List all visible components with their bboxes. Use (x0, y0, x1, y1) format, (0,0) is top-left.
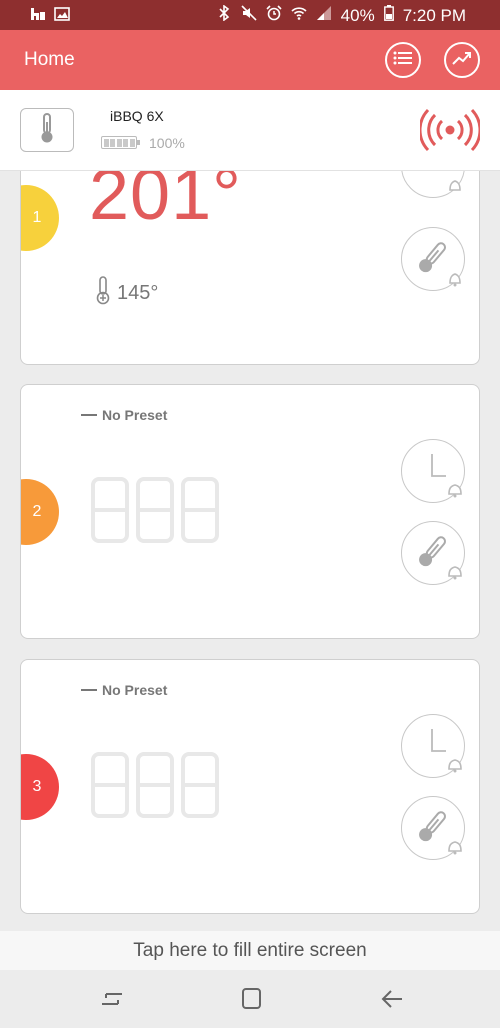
probe-target-temp: 145° (117, 281, 159, 304)
target-thermometer-icon (95, 275, 111, 311)
device-battery-icon (101, 136, 140, 149)
temp-alarm-button[interactable] (401, 521, 465, 585)
timer-icon (431, 729, 462, 773)
battery-percent: 40% (340, 5, 375, 25)
back-icon[interactable] (378, 986, 406, 1012)
home-app-icon (30, 6, 46, 27)
device-battery-percent: 100% (149, 135, 185, 151)
probe-empty-temp-display (91, 477, 221, 552)
signal-icon (316, 5, 332, 26)
bluetooth-icon (216, 5, 232, 26)
fill-screen-button[interactable]: Tap here to fill entire screen (0, 931, 500, 970)
navigation-bar (0, 970, 500, 1028)
probe-empty-temp-display (91, 752, 221, 827)
probe-card[interactable]: 1 201° 145° (20, 171, 480, 365)
device-row[interactable]: iBBQ 6X 100% (0, 90, 500, 171)
probe-card[interactable]: No Preset 2 (20, 384, 480, 639)
image-icon (54, 6, 70, 27)
temp-alarm-button[interactable] (401, 227, 465, 291)
probe-current-temp: 201° (89, 171, 242, 235)
probe-number-badge: 3 (21, 754, 59, 820)
list-icon (393, 50, 413, 71)
preset-label[interactable]: No Preset (102, 682, 167, 698)
mute-icon (241, 5, 257, 26)
home-icon[interactable] (238, 986, 266, 1012)
thermometer-alarm-icon (419, 536, 462, 580)
probe-list[interactable]: 1 201° 145° No Preset 2 No Preset 3 (0, 171, 500, 931)
broadcast-signal-icon[interactable] (418, 107, 482, 158)
preset-dash (81, 689, 97, 691)
list-button[interactable] (385, 42, 421, 78)
trend-chart-button[interactable] (444, 42, 480, 78)
wifi-icon (291, 5, 307, 26)
probe-number-badge: 1 (21, 185, 59, 251)
preset-label[interactable]: No Preset (102, 407, 167, 423)
thermometer-icon (37, 112, 57, 149)
recents-icon[interactable] (98, 986, 126, 1012)
alarm-icon (266, 5, 282, 26)
timer-alarm-button[interactable] (401, 171, 465, 198)
battery-icon (383, 5, 394, 26)
timer-alarm-button[interactable] (401, 714, 465, 778)
clock: 7:20 PM (402, 5, 466, 25)
timer-alarm-button[interactable] (401, 439, 465, 503)
app-bar: Home (0, 30, 500, 90)
page-title: Home (24, 49, 75, 70)
thermometer-alarm-icon (419, 811, 462, 855)
device-name: iBBQ 6X (110, 108, 164, 124)
status-bar: 40% 7:20 PM (0, 0, 500, 30)
timer-icon (431, 454, 462, 498)
device-thermometer-button[interactable] (20, 108, 74, 152)
probe-number-badge: 2 (21, 479, 59, 545)
thermometer-alarm-icon (419, 242, 461, 287)
preset-dash (81, 414, 97, 416)
temp-alarm-button[interactable] (401, 796, 465, 860)
trend-chart-icon (452, 50, 472, 71)
probe-card[interactable]: No Preset 3 (20, 659, 480, 914)
timer-icon (449, 180, 461, 191)
